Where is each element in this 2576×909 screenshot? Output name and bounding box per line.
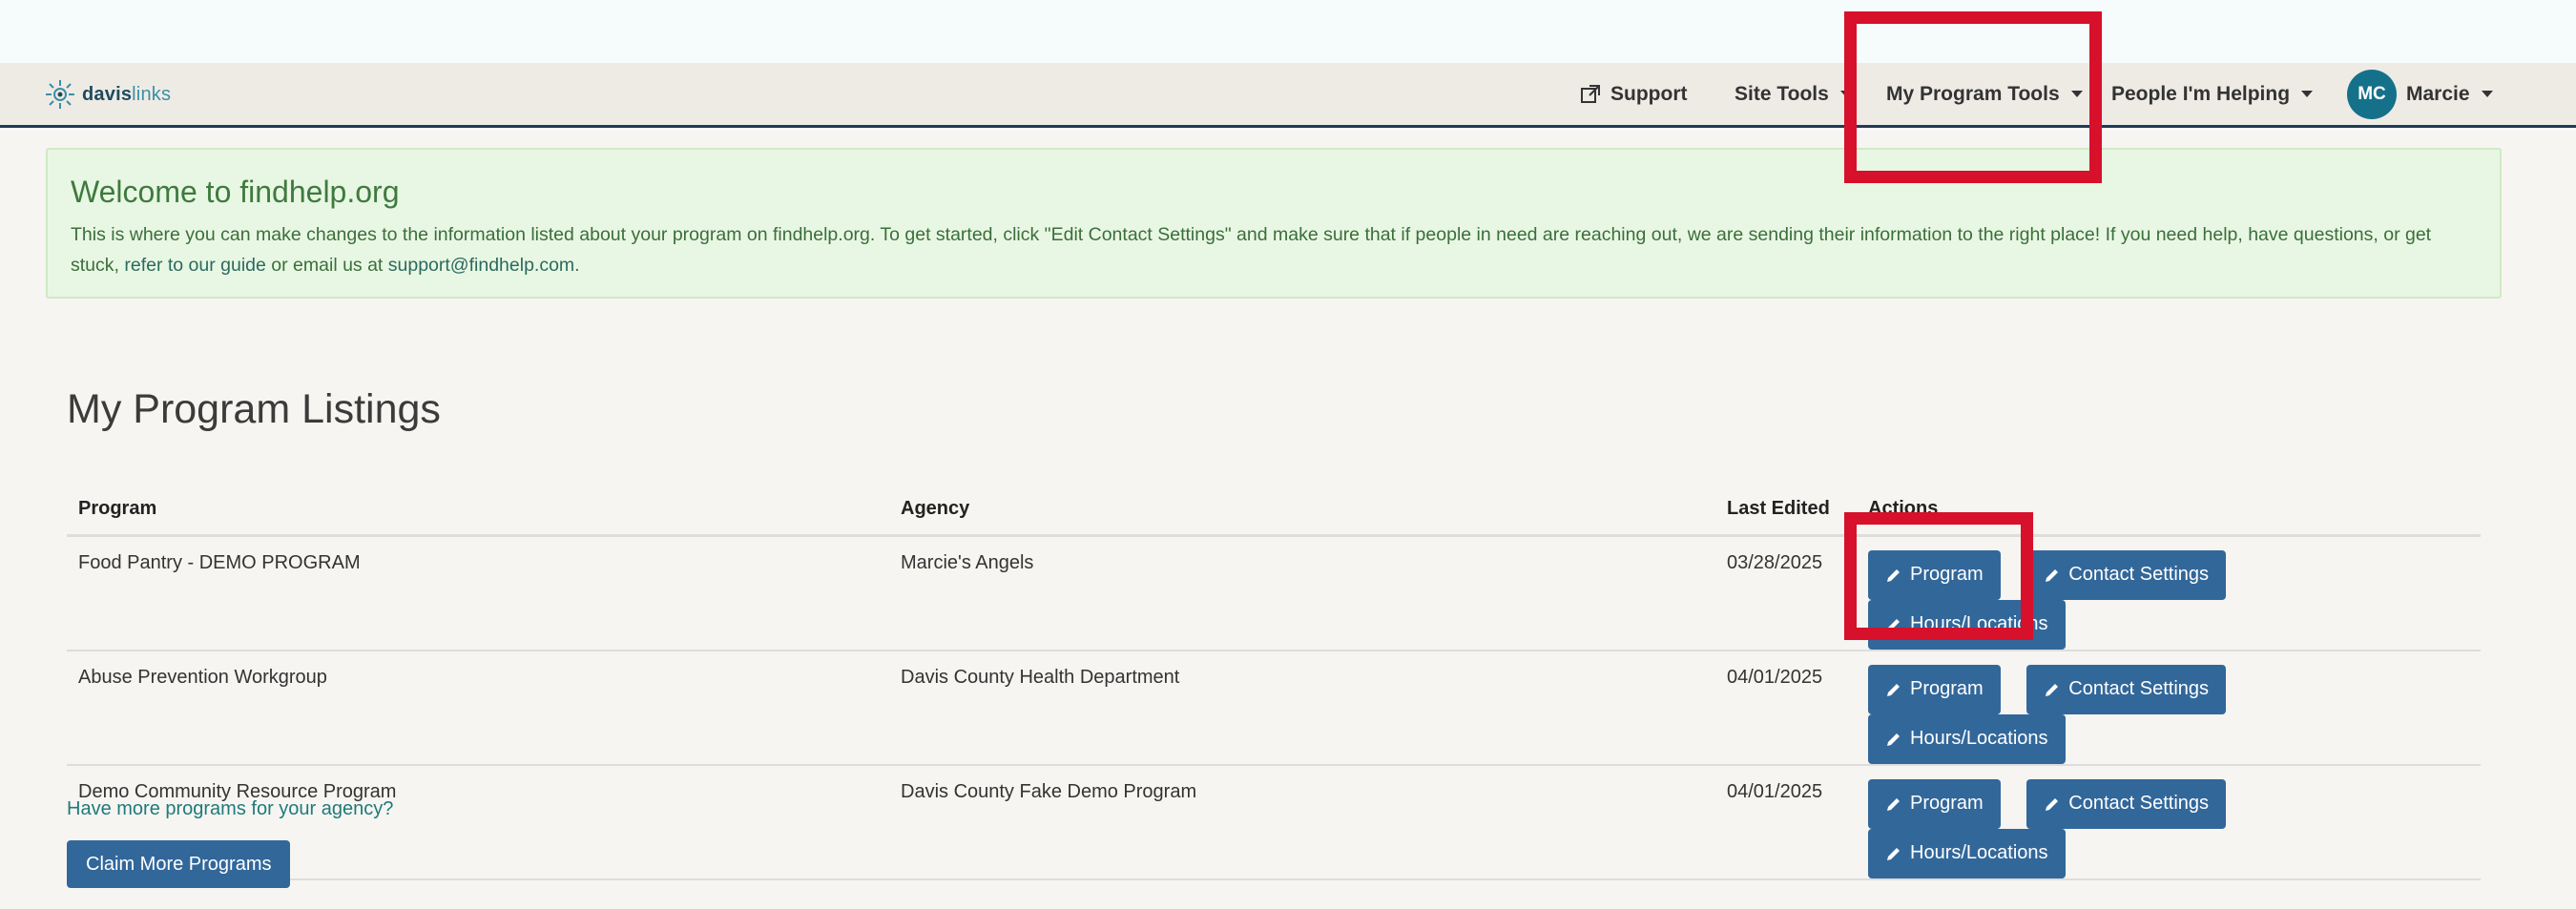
nav-people-im-helping-label: People I'm Helping: [2111, 82, 2291, 105]
external-link-icon: [1581, 84, 1600, 103]
edit-contact-settings-button[interactable]: Contact Settings: [2026, 778, 2227, 829]
nav-people-im-helping[interactable]: People I'm Helping: [2111, 63, 2314, 125]
guide-link[interactable]: refer to our guide: [124, 255, 266, 276]
pencil-icon: [2046, 797, 2059, 811]
edit-hours-locations-button[interactable]: Hours/Locations: [1868, 828, 2066, 878]
claim-more-programs-button[interactable]: Claim More Programs: [67, 840, 291, 888]
edit-hours-locations-button[interactable]: Hours/Locations: [1868, 599, 2066, 650]
table-header-row: Program Agency Last Edited Actions: [67, 484, 2481, 537]
brand-name: davislinks: [82, 83, 172, 105]
support-email-link[interactable]: support@findhelp.com: [388, 255, 574, 276]
actions-cell: Program Contact Settings Hours/Locations: [1857, 764, 2481, 880]
column-header-last-edited: Last Edited: [1715, 484, 1857, 537]
page-content: Welcome to findhelp.org This is where yo…: [0, 131, 2576, 909]
agency-cell: Davis County Fake Demo Program: [889, 764, 1715, 880]
nav-support[interactable]: Support: [1580, 63, 1687, 125]
page-title: My Program Listings: [67, 386, 441, 432]
caret-down-icon: [2070, 91, 2083, 97]
edit-program-button[interactable]: Program: [1868, 549, 2001, 600]
actions-cell: Program Contact Settings Hours/Locations: [1857, 650, 2481, 766]
column-header-program: Program: [67, 484, 889, 537]
pencil-icon: [1887, 733, 1900, 746]
program-cell: Abuse Prevention Workgroup: [67, 650, 889, 766]
last-edited-cell: 04/01/2025: [1715, 650, 1857, 766]
agency-cell: Davis County Health Department: [889, 650, 1715, 766]
table-row: Food Pantry - DEMO PROGRAM Marcie's Ange…: [67, 535, 2481, 651]
welcome-title: Welcome to findhelp.org: [71, 175, 400, 209]
nav-site-tools[interactable]: Site Tools: [1735, 63, 1852, 125]
nav-my-program-tools-label: My Program Tools: [1886, 82, 2060, 105]
column-header-agency: Agency: [889, 484, 1715, 537]
table-row: Abuse Prevention Workgroup Davis County …: [67, 650, 2481, 766]
welcome-alert: Welcome to findhelp.org This is where yo…: [46, 148, 2502, 299]
more-programs-link[interactable]: Have more programs for your agency?: [67, 798, 393, 820]
pencil-icon: [2046, 683, 2059, 696]
edit-contact-settings-button[interactable]: Contact Settings: [2026, 664, 2227, 714]
program-listings-table: Program Agency Last Edited Actions Food …: [67, 484, 2481, 880]
pencil-icon: [1887, 847, 1900, 860]
actions-cell: Program Contact Settings Hours/Locations: [1857, 535, 2481, 651]
caret-down-icon: [2481, 91, 2493, 97]
caret-down-icon: [1839, 91, 1852, 97]
program-cell: Food Pantry - DEMO PROGRAM: [67, 535, 889, 651]
edit-program-button[interactable]: Program: [1868, 778, 2001, 829]
pencil-icon: [1887, 683, 1900, 696]
nav-my-program-tools[interactable]: My Program Tools: [1886, 63, 2083, 125]
column-header-actions: Actions: [1857, 484, 2481, 537]
user-menu[interactable]: MC Marcie: [2347, 63, 2493, 125]
last-edited-cell: 04/01/2025: [1715, 764, 1857, 880]
top-navbar: davislinks Support Site Tools My Program…: [0, 63, 2576, 128]
nav-support-label: Support: [1610, 82, 1688, 105]
pencil-icon: [1887, 568, 1900, 582]
pencil-icon: [1887, 618, 1900, 631]
user-name: Marcie: [2406, 82, 2470, 105]
edit-program-button[interactable]: Program: [1868, 664, 2001, 714]
last-edited-cell: 03/28/2025: [1715, 535, 1857, 651]
agency-cell: Marcie's Angels: [889, 535, 1715, 651]
pencil-icon: [1887, 797, 1900, 811]
brand-logo[interactable]: davislinks: [44, 78, 171, 111]
edit-contact-settings-button[interactable]: Contact Settings: [2026, 549, 2227, 600]
nav-site-tools-label: Site Tools: [1735, 82, 1829, 105]
caret-down-icon: [2301, 91, 2314, 97]
pencil-icon: [2046, 568, 2059, 582]
edit-hours-locations-button[interactable]: Hours/Locations: [1868, 713, 2066, 764]
avatar: MC: [2347, 69, 2397, 119]
table-row: Demo Community Resource Program Davis Co…: [67, 764, 2481, 880]
welcome-text: This is where you can make changes to th…: [71, 224, 2432, 276]
sunburst-logo-icon: [46, 80, 74, 109]
